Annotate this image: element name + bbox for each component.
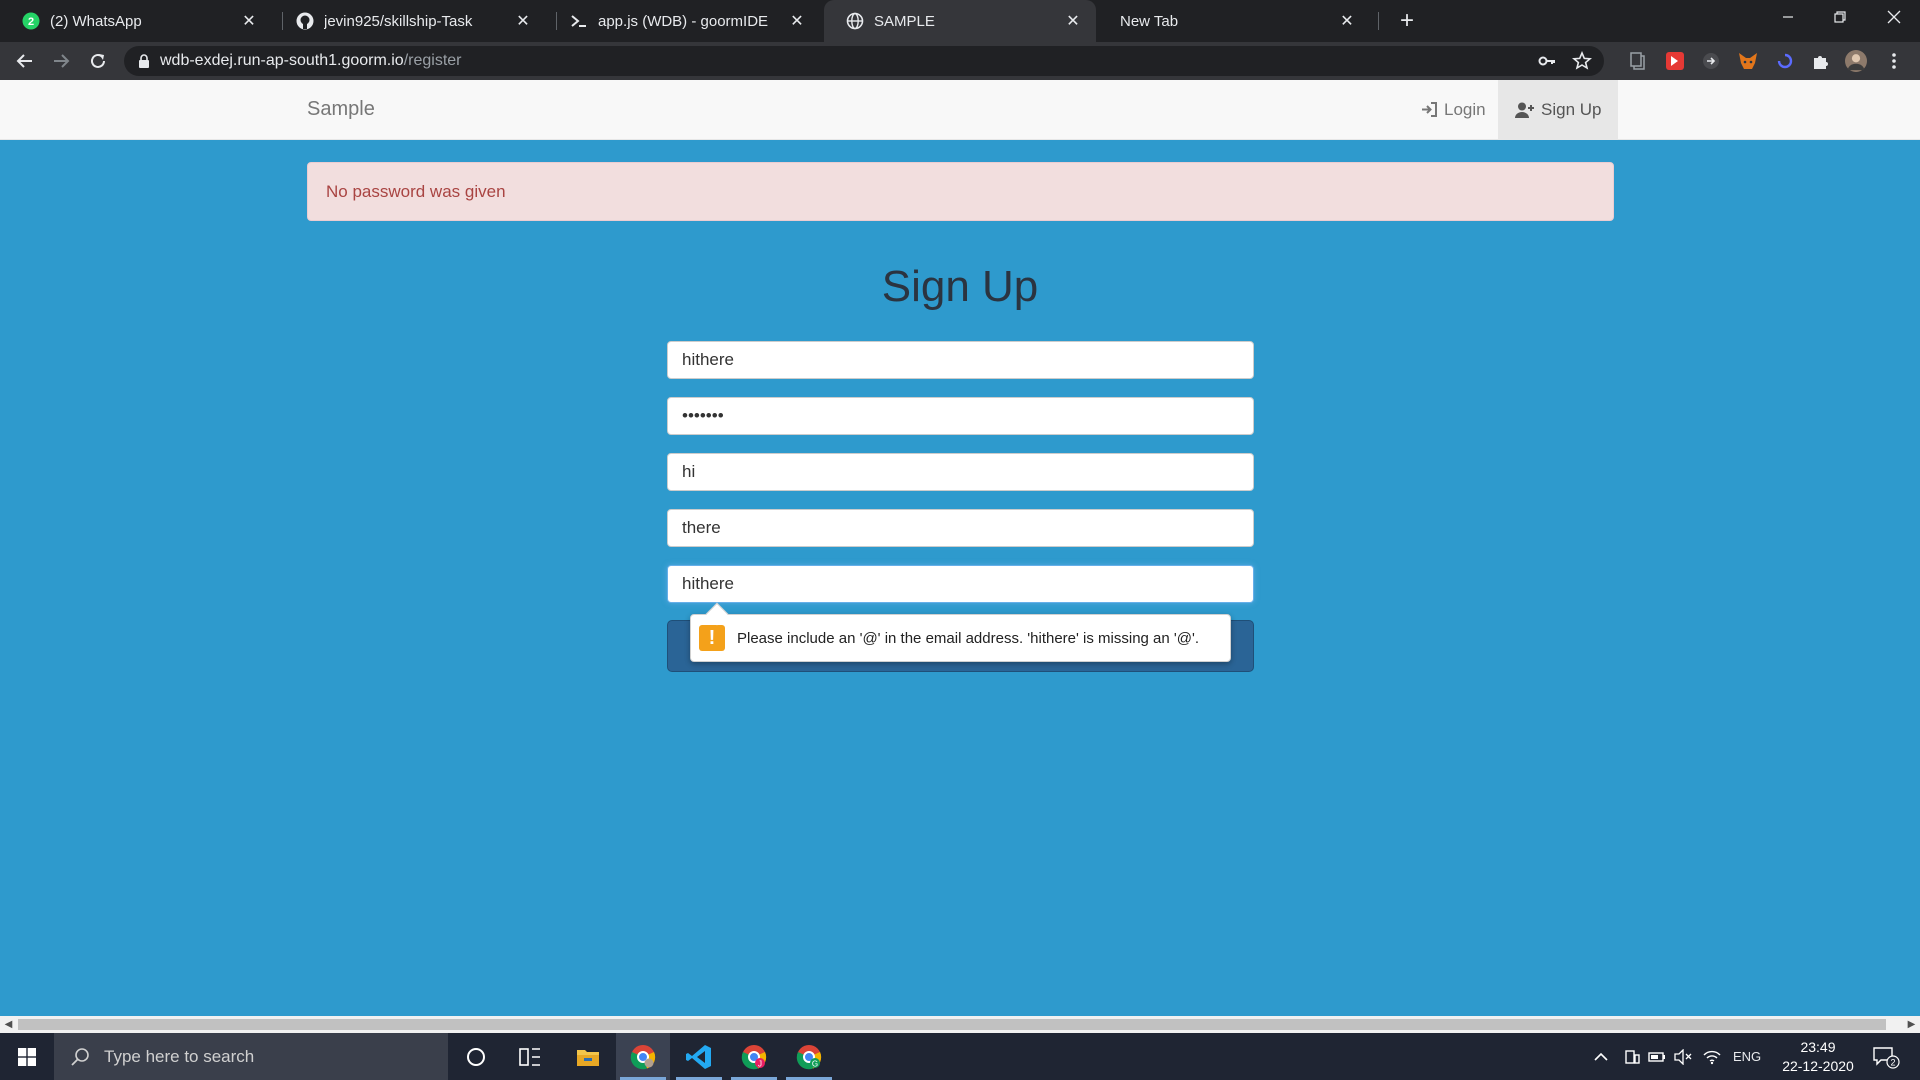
chrome-taskbar-icon[interactable] — [616, 1033, 670, 1080]
chrome-profile-g-icon[interactable]: G — [782, 1033, 836, 1080]
close-tab-icon[interactable]: ✕ — [1338, 12, 1356, 30]
file-explorer-icon[interactable] — [561, 1033, 615, 1080]
scroll-left-icon[interactable]: ◀ — [0, 1016, 17, 1033]
vscode-icon[interactable] — [672, 1033, 726, 1080]
login-link[interactable]: Login — [1404, 80, 1503, 139]
windows-taskbar: Type here to search J G ENG 23:49 22-12-… — [0, 1033, 1920, 1080]
first-name-field[interactable] — [667, 453, 1254, 491]
minimize-icon[interactable] — [1766, 0, 1810, 34]
close-tab-icon[interactable]: ✕ — [1064, 12, 1082, 30]
scrollbar-thumb[interactable] — [18, 1019, 1886, 1030]
scroll-right-icon[interactable]: ▶ — [1903, 1016, 1920, 1033]
signup-label: Sign Up — [1541, 99, 1602, 119]
login-label: Login — [1444, 99, 1486, 119]
profile-avatar[interactable] — [1845, 50, 1867, 72]
browser-toolbar: wdb-exdej.run-ap-south1.goorm.io/registe… — [0, 42, 1920, 80]
notification-center-icon[interactable]: 2 — [1872, 1033, 1900, 1080]
tab-title: SAMPLE — [874, 12, 935, 30]
restore-icon[interactable] — [1818, 0, 1862, 34]
new-tab-button[interactable]: + — [1394, 7, 1420, 34]
clock-date: 22-12-2020 — [1782, 1058, 1854, 1074]
arrow-extension-icon[interactable] — [1700, 50, 1722, 72]
search-icon — [71, 1047, 89, 1066]
site-navbar: Sample Login Sign Up — [0, 80, 1920, 140]
chrome-profile-j-icon[interactable]: J — [727, 1033, 781, 1080]
validation-message: Please include an '@' in the email addre… — [737, 629, 1200, 647]
device-icon[interactable] — [1624, 1033, 1640, 1080]
windows-start-icon[interactable] — [0, 1033, 54, 1080]
svg-text:J: J — [758, 1059, 762, 1068]
close-window-icon[interactable] — [1872, 0, 1916, 34]
user-plus-icon — [1515, 102, 1534, 118]
wifi-icon[interactable] — [1703, 1033, 1721, 1080]
back-icon[interactable] — [10, 46, 40, 76]
clock-time: 23:49 — [1800, 1039, 1836, 1055]
tab-title: (2) WhatsApp — [50, 12, 142, 30]
username-field[interactable] — [667, 341, 1254, 379]
tooltip-arrow — [705, 602, 729, 626]
reload-icon[interactable] — [83, 46, 113, 76]
terminal-icon — [570, 12, 588, 30]
tab-github[interactable]: jevin925/skillship-Task ✕ — [274, 0, 546, 42]
extensions-puzzle-icon[interactable] — [1810, 50, 1832, 72]
cortana-icon[interactable] — [449, 1033, 503, 1080]
tab-separator — [1378, 12, 1379, 30]
globe-icon — [846, 12, 864, 30]
signup-link[interactable]: Sign Up — [1498, 80, 1619, 139]
tab-goormide[interactable]: app.js (WDB) - goormIDE ✕ — [548, 0, 820, 42]
battery-icon[interactable] — [1648, 1033, 1666, 1080]
last-name-field[interactable] — [667, 509, 1254, 547]
svg-text:2: 2 — [28, 16, 34, 28]
swirl-extension-icon[interactable] — [1774, 50, 1796, 72]
taskbar-clock[interactable]: 23:49 22-12-2020 — [1772, 1038, 1864, 1076]
tab-title: app.js (WDB) - goormIDE — [598, 12, 769, 30]
validation-tooltip: ! Please include an '@' in the email add… — [690, 602, 1231, 662]
taskbar-search-box[interactable]: Type here to search — [54, 1033, 448, 1080]
tab-new-tab[interactable]: New Tab ✕ — [1098, 0, 1370, 42]
address-bar[interactable]: wdb-exdej.run-ap-south1.goorm.io/registe… — [124, 46, 1604, 76]
search-placeholder: Type here to search — [104, 1046, 255, 1066]
tab-whatsapp[interactable]: 2 (2) WhatsApp ✕ — [0, 0, 272, 42]
video-extension-icon[interactable] — [1664, 50, 1686, 72]
menu-kebab-icon[interactable] — [1883, 50, 1905, 72]
tab-title: New Tab — [1120, 12, 1179, 30]
warning-icon: ! — [699, 625, 725, 651]
key-icon[interactable] — [1538, 52, 1556, 75]
email-field[interactable] — [667, 565, 1254, 603]
speaker-muted-icon[interactable] — [1674, 1033, 1692, 1080]
language-indicator[interactable]: ENG — [1733, 1033, 1761, 1080]
browser-tab-strip: 2 (2) WhatsApp ✕ jevin925/skillship-Task… — [0, 0, 1920, 42]
bookmark-star-icon[interactable] — [1571, 50, 1593, 76]
close-tab-icon[interactable]: ✕ — [514, 12, 532, 30]
svg-text:G: G — [812, 1059, 818, 1068]
task-view-icon[interactable] — [503, 1033, 557, 1080]
forward-icon[interactable] — [46, 46, 76, 76]
tab-title: jevin925/skillship-Task — [324, 12, 473, 30]
url-text: wdb-exdej.run-ap-south1.goorm.io/registe… — [160, 52, 461, 70]
page-title: Sign Up — [881, 262, 1039, 311]
brand-link[interactable]: Sample — [307, 98, 375, 121]
error-alert: No password was given — [307, 162, 1614, 221]
github-icon — [296, 12, 314, 30]
close-tab-icon[interactable]: ✕ — [240, 12, 258, 30]
password-field[interactable] — [667, 397, 1254, 435]
whatsapp-icon: 2 — [22, 12, 40, 30]
close-tab-icon[interactable]: ✕ — [788, 12, 806, 30]
lock-icon — [139, 54, 149, 68]
url-path: /register — [403, 52, 462, 69]
tab-sample[interactable]: SAMPLE ✕ — [824, 0, 1096, 42]
copy-extension-icon[interactable] — [1627, 50, 1649, 72]
svg-text:2: 2 — [1890, 1057, 1895, 1067]
show-hidden-icons[interactable] — [1594, 1033, 1608, 1080]
horizontal-scrollbar[interactable]: ◀ ▶ — [0, 1016, 1920, 1033]
url-host: wdb-exdej.run-ap-south1.goorm.io — [160, 52, 404, 69]
alert-message: No password was given — [326, 181, 506, 201]
sign-in-icon — [1422, 102, 1437, 117]
metamask-fox-icon[interactable] — [1737, 50, 1759, 72]
